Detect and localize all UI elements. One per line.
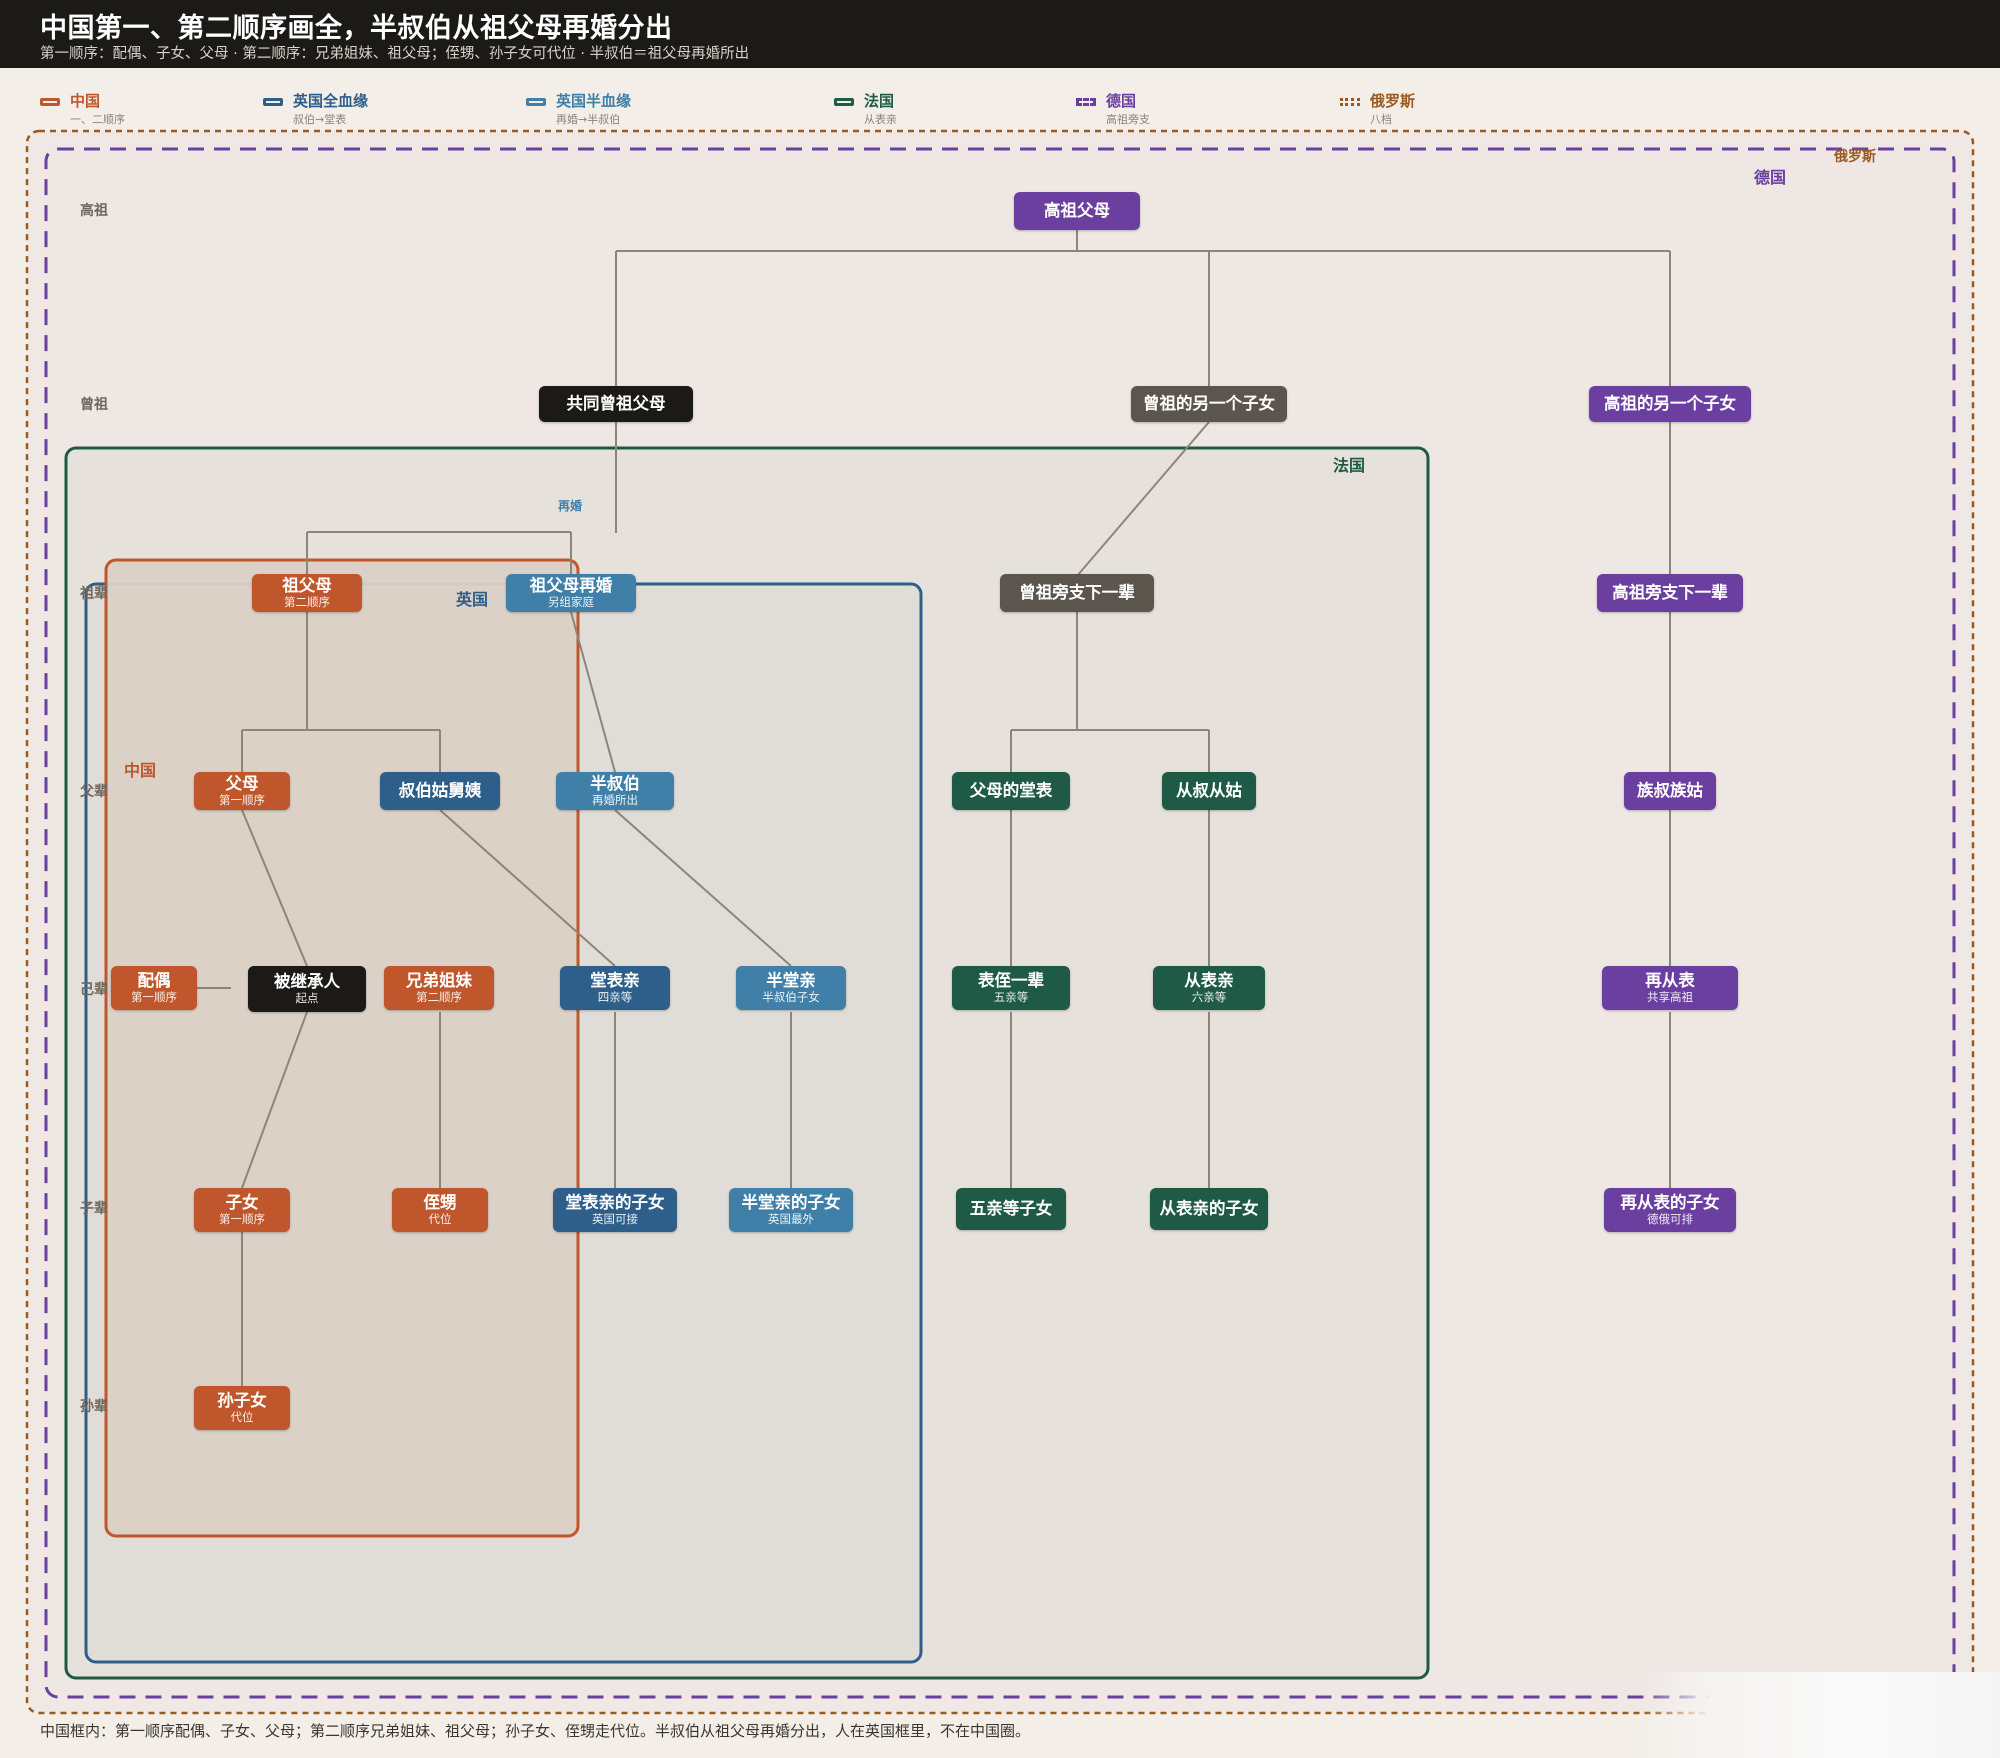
node-cousins-children[interactable]: 堂表亲的子女 英国可接 [553, 1188, 677, 1232]
node-label: 表侄一辈 [978, 970, 1044, 990]
node-parents[interactable]: 父母 第一顺序 [194, 772, 290, 810]
node-zengzu-other[interactable]: 曾祖的另一个子女 [1131, 386, 1287, 422]
node-half-cousins-children[interactable]: 半堂亲的子女 英国最外 [729, 1188, 853, 1232]
node-label: 高祖的另一个子女 [1604, 393, 1736, 413]
node-label: 从表亲 [1184, 970, 1234, 990]
node-parents-cousins[interactable]: 父母的堂表 [952, 772, 1070, 810]
node-sub: 第二顺序 [284, 595, 330, 610]
node-label: 配偶 [137, 970, 171, 990]
node-biao-zhi[interactable]: 表侄一辈 五亲等 [952, 966, 1070, 1010]
node-cong-biao[interactable]: 从表亲 六亲等 [1153, 966, 1265, 1010]
node-sub: 共享高祖 [1647, 990, 1693, 1005]
region-label-china: 中国 [124, 761, 157, 780]
node-label: 父母 [225, 773, 259, 793]
node-gaozu-branch[interactable]: 高祖旁支下一辈 [1597, 574, 1743, 612]
node-half-cousins[interactable]: 半堂亲 半叔伯子女 [736, 966, 846, 1010]
node-label: 半堂亲的子女 [741, 1192, 841, 1212]
node-sub: 英国最外 [768, 1212, 814, 1227]
node-label: 从表亲的子女 [1159, 1198, 1259, 1218]
generation-label: 己辈 [80, 982, 108, 998]
node-sub: 再婚所出 [592, 793, 638, 808]
node-label: 堂表亲 [590, 970, 640, 990]
generation-label: 祖辈 [80, 586, 108, 602]
node-sub: 第一顺序 [131, 990, 177, 1005]
node-sub: 代位 [230, 1410, 254, 1425]
region-china [104, 558, 580, 1538]
node-cong-biao-children[interactable]: 从表亲的子女 [1150, 1188, 1268, 1230]
node-label: 五亲等子女 [969, 1198, 1053, 1218]
node-sub: 五亲等 [993, 990, 1029, 1005]
node-label: 被继承人 [274, 971, 340, 991]
footer-note: 中国框内：第一顺序配偶、子女、父母；第二顺序兄弟姐妹、祖父母；孙子女、侄甥走代位… [40, 1722, 1031, 1740]
region-label-germany: 德国 [1754, 168, 1787, 187]
node-siblings[interactable]: 兄弟姐妹 第二顺序 [384, 966, 494, 1010]
node-label: 再从表的子女 [1620, 1192, 1720, 1212]
node-sub: 四亲等 [597, 990, 633, 1005]
node-label: 侄甥 [423, 1192, 457, 1212]
node-decedent[interactable]: 被继承人 起点 [248, 966, 366, 1012]
node-sub: 起点 [295, 991, 319, 1006]
node-children[interactable]: 子女 第一顺序 [194, 1188, 290, 1232]
node-sub: 另组家庭 [548, 595, 594, 610]
node-sub: 第一顺序 [219, 1212, 265, 1227]
node-half-uncle[interactable]: 半叔伯 再婚所出 [556, 772, 674, 810]
node-cong-shu[interactable]: 从叔从姑 [1162, 772, 1256, 810]
node-sub: 代位 [428, 1212, 452, 1227]
node-label: 孙子女 [217, 1390, 267, 1410]
node-cousins[interactable]: 堂表亲 四亲等 [560, 966, 670, 1010]
region-label-russia: 俄罗斯 [1834, 149, 1876, 165]
node-label: 父母的堂表 [969, 780, 1053, 800]
generation-label: 高祖 [80, 203, 108, 219]
node-label: 再从表 [1645, 970, 1695, 990]
node-label: 高祖旁支下一辈 [1612, 582, 1728, 602]
node-uncles-aunts[interactable]: 叔伯姑舅姨 [380, 772, 500, 810]
node-sub: 第一顺序 [219, 793, 265, 808]
node-label: 堂表亲的子女 [565, 1192, 665, 1212]
node-label: 共同曾祖父母 [566, 393, 666, 413]
node-grandparents-remarry[interactable]: 祖父母再婚 另组家庭 [506, 574, 636, 612]
region-label-france: 法国 [1333, 456, 1366, 475]
node-label: 半堂亲 [766, 970, 816, 990]
node-label: 祖父母再婚 [529, 575, 613, 595]
node-sub: 半叔伯子女 [762, 990, 820, 1005]
node-sub: 德俄可排 [1647, 1212, 1693, 1227]
node-grandchildren[interactable]: 孙子女 代位 [194, 1386, 290, 1430]
node-sub: 六亲等 [1191, 990, 1227, 1005]
node-zai-cong-biao[interactable]: 再从表 共享高祖 [1602, 966, 1738, 1010]
node-common-zengzu[interactable]: 共同曾祖父母 [539, 386, 693, 422]
node-label: 族叔族姑 [1637, 780, 1703, 800]
node-gaozu[interactable]: 高祖父母 [1014, 192, 1140, 230]
node-nephews[interactable]: 侄甥 代位 [392, 1188, 488, 1232]
node-label: 叔伯姑舅姨 [398, 780, 482, 800]
remarriage-label: 再婚 [558, 499, 583, 513]
node-label: 曾祖旁支下一辈 [1019, 582, 1135, 602]
node-zai-cong-biao-children[interactable]: 再从表的子女 德俄可排 [1604, 1188, 1736, 1232]
node-label: 曾祖的另一个子女 [1143, 393, 1275, 413]
node-sub: 英国可接 [592, 1212, 638, 1227]
node-label: 高祖父母 [1044, 200, 1110, 220]
generation-label: 父辈 [80, 784, 108, 800]
node-gaozu-other[interactable]: 高祖的另一个子女 [1589, 386, 1751, 422]
node-label: 祖父母 [282, 575, 332, 595]
node-label: 兄弟姐妹 [406, 970, 472, 990]
diagram-canvas [25, 129, 1975, 1715]
generation-label: 子辈 [80, 1201, 108, 1217]
generation-label: 孙辈 [80, 1399, 108, 1415]
generation-label: 曾祖 [80, 397, 108, 413]
watermark-blur [1640, 1672, 2000, 1758]
node-spouse[interactable]: 配偶 第一顺序 [111, 966, 197, 1010]
node-zengzu-branch[interactable]: 曾祖旁支下一辈 [1000, 574, 1154, 612]
node-sub: 第二顺序 [416, 990, 462, 1005]
node-label: 从叔从姑 [1176, 780, 1242, 800]
node-grandparents[interactable]: 祖父母 第二顺序 [252, 574, 362, 612]
node-zu-shu[interactable]: 族叔族姑 [1624, 772, 1716, 810]
node-label: 半叔伯 [590, 773, 640, 793]
node-label: 子女 [225, 1192, 259, 1212]
region-label-uk: 英国 [456, 590, 489, 609]
node-fifth-degree-children[interactable]: 五亲等子女 [956, 1188, 1066, 1230]
